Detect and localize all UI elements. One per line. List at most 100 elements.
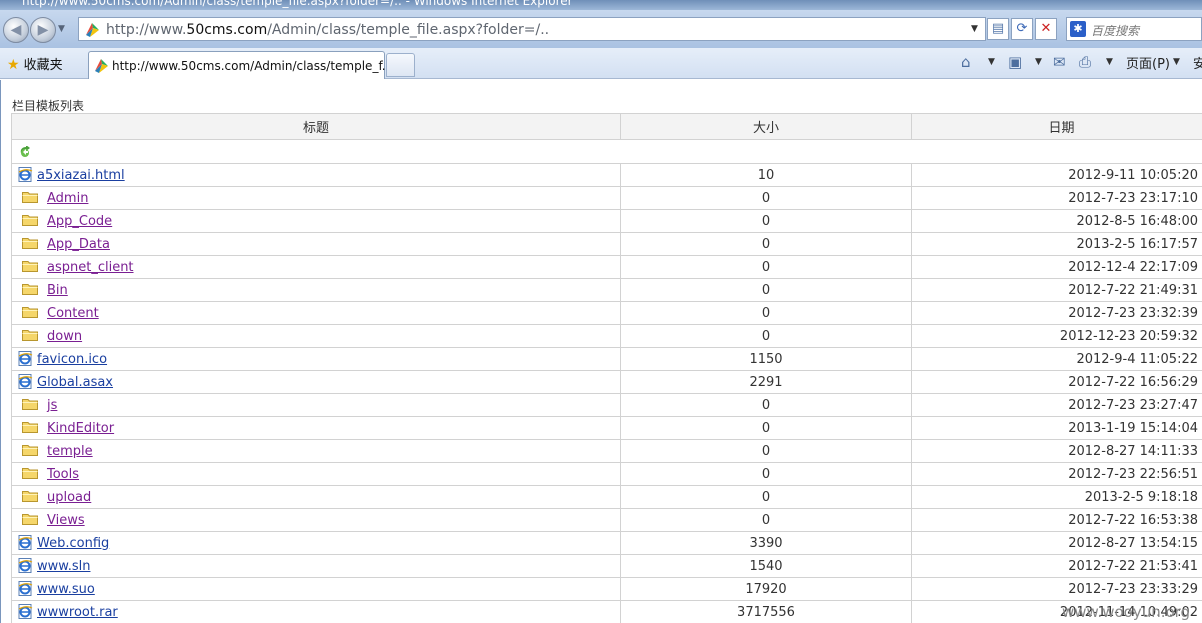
- file-link[interactable]: Web.config: [37, 536, 109, 551]
- page-menu[interactable]: 页面(P): [1126, 53, 1170, 72]
- table-row: aspnet_client 0 2012-12-4 22:17:09: [11, 255, 1202, 279]
- ie-document-icon: [18, 374, 33, 389]
- folder-link[interactable]: Bin: [47, 283, 68, 298]
- table-row: www.sln 1540 2012-7-22 21:53:41: [11, 554, 1202, 578]
- baidu-icon: ✱: [1070, 21, 1086, 37]
- ie-document-icon: [18, 167, 33, 182]
- folder-link[interactable]: App_Data: [47, 237, 110, 252]
- mail-icon[interactable]: ✉: [1053, 53, 1066, 71]
- address-dropdown-icon[interactable]: ▼: [971, 24, 978, 34]
- search-placeholder: 百度搜索: [1091, 24, 1140, 38]
- folder-link[interactable]: Tools: [47, 467, 79, 482]
- name-cell: upload: [11, 485, 621, 509]
- star-icon: ★: [7, 57, 20, 73]
- file-link[interactable]: wwwroot.rar: [37, 605, 118, 620]
- date-cell: 2012-8-27 13:54:15: [911, 531, 1202, 555]
- folder-icon: [22, 306, 38, 318]
- date-cell: 2012-8-5 16:48:00: [911, 209, 1202, 233]
- name-cell: App_Data: [11, 232, 621, 256]
- column-header-size: 大小: [620, 113, 912, 140]
- table-row: Web.config 3390 2012-8-27 13:54:15: [11, 531, 1202, 555]
- favorites-button[interactable]: ★ 收藏夹: [7, 54, 63, 73]
- feeds-icon[interactable]: ▣: [1008, 53, 1022, 71]
- file-link[interactable]: a5xiazai.html: [37, 168, 125, 183]
- table-row: App_Code 0 2012-8-5 16:48:00: [11, 209, 1202, 233]
- folder-link[interactable]: App_Code: [47, 214, 112, 229]
- parent-folder-cell: [11, 139, 1202, 164]
- size-cell: 2291: [620, 370, 912, 394]
- table-row: a5xiazai.html 10 2012-9-11 10:05:20: [11, 163, 1202, 187]
- name-cell: App_Code: [11, 209, 621, 233]
- address-toolbar: ◀ ▶ ▼ http://www.50cms.com/Admin/class/t…: [0, 10, 1202, 48]
- tab-bar: ★ 收藏夹 http://www.50cms.com/Admin/class/te…: [0, 48, 1202, 79]
- table-row: App_Data 0 2013-2-5 16:17:57: [11, 232, 1202, 256]
- folder-link[interactable]: KindEditor: [47, 421, 114, 436]
- forward-button[interactable]: ▶: [30, 17, 56, 43]
- folder-link[interactable]: Views: [47, 513, 85, 528]
- size-cell: 0: [620, 439, 912, 463]
- table-row: Content 0 2012-7-23 23:32:39: [11, 301, 1202, 325]
- watermark: www.wooyun.org: [1062, 603, 1191, 621]
- folder-icon: [22, 260, 38, 272]
- folder-icon: [22, 191, 38, 203]
- folder-icon: [22, 467, 38, 479]
- home-icon[interactable]: ⌂: [961, 53, 971, 71]
- folder-link[interactable]: Content: [47, 306, 99, 321]
- date-cell: 2012-7-22 16:53:38: [911, 508, 1202, 532]
- folder-link[interactable]: aspnet_client: [47, 260, 134, 275]
- table-row: down 0 2012-12-23 20:59:32: [11, 324, 1202, 348]
- feeds-dropdown-icon[interactable]: ▼: [1035, 57, 1042, 67]
- table-row: www.suo 17920 2012-7-23 23:33:29: [11, 577, 1202, 601]
- name-cell: Content: [11, 301, 621, 325]
- print-icon[interactable]: ⎙: [1079, 53, 1091, 71]
- date-cell: 2013-2-5 16:17:57: [911, 232, 1202, 256]
- address-input[interactable]: http://www.50cms.com/Admin/class/temple_…: [78, 17, 986, 41]
- compatibility-view-button[interactable]: ▤: [987, 18, 1009, 40]
- folder-link[interactable]: Admin: [47, 191, 88, 206]
- folder-link[interactable]: down: [47, 329, 82, 344]
- home-dropdown-icon[interactable]: ▼: [988, 57, 995, 67]
- size-cell: 0: [620, 255, 912, 279]
- file-link[interactable]: favicon.ico: [37, 352, 107, 367]
- recent-pages-dropdown-icon[interactable]: ▼: [58, 24, 65, 34]
- date-cell: 2013-2-5 9:18:18: [911, 485, 1202, 509]
- size-cell: 10: [620, 163, 912, 187]
- name-cell: KindEditor: [11, 416, 621, 440]
- refresh-button[interactable]: ⟳: [1011, 18, 1033, 40]
- file-link[interactable]: www.suo: [37, 582, 95, 597]
- table-row: KindEditor 0 2013-1-19 15:14:04: [11, 416, 1202, 440]
- ie-document-icon: [18, 604, 33, 619]
- search-input[interactable]: ✱ 百度搜索: [1066, 17, 1202, 41]
- file-link[interactable]: www.sln: [37, 559, 90, 574]
- folder-link[interactable]: upload: [47, 490, 91, 505]
- back-button[interactable]: ◀: [3, 17, 29, 43]
- size-cell: 0: [620, 462, 912, 486]
- table-row: wwwroot.rar 3717556 2012-11-14 10:49:02: [11, 600, 1202, 623]
- size-cell: 0: [620, 416, 912, 440]
- folder-link[interactable]: temple: [47, 444, 93, 459]
- date-cell: 2012-7-23 23:32:39: [911, 301, 1202, 325]
- stop-button[interactable]: ✕: [1035, 18, 1057, 40]
- ie-favicon-icon: [95, 59, 108, 73]
- new-tab-button[interactable]: [386, 53, 415, 77]
- column-header-title: 标题: [11, 113, 621, 140]
- page-menu-dropdown-icon[interactable]: ▼: [1173, 57, 1180, 67]
- folder-icon: [22, 214, 38, 226]
- name-cell: Bin: [11, 278, 621, 302]
- size-cell: 0: [620, 278, 912, 302]
- folder-icon: [22, 444, 38, 456]
- parent-folder-icon[interactable]: [19, 146, 33, 158]
- date-cell: 2012-7-23 23:27:47: [911, 393, 1202, 417]
- table-row: Bin 0 2012-7-22 21:49:31: [11, 278, 1202, 302]
- date-cell: 2012-12-23 20:59:32: [911, 324, 1202, 348]
- folder-icon: [22, 490, 38, 502]
- safety-menu[interactable]: 安: [1193, 53, 1202, 72]
- print-dropdown-icon[interactable]: ▼: [1106, 57, 1113, 67]
- tab-active[interactable]: http://www.50cms.com/Admin/class/temple_…: [88, 51, 393, 79]
- favorites-label: 收藏夹: [23, 58, 63, 73]
- file-link[interactable]: Global.asax: [37, 375, 113, 390]
- name-cell: www.sln: [11, 554, 621, 578]
- table-row: favicon.ico 1150 2012-9-4 11:05:22: [11, 347, 1202, 371]
- folder-link[interactable]: js: [47, 398, 57, 413]
- name-cell: www.suo: [11, 577, 621, 601]
